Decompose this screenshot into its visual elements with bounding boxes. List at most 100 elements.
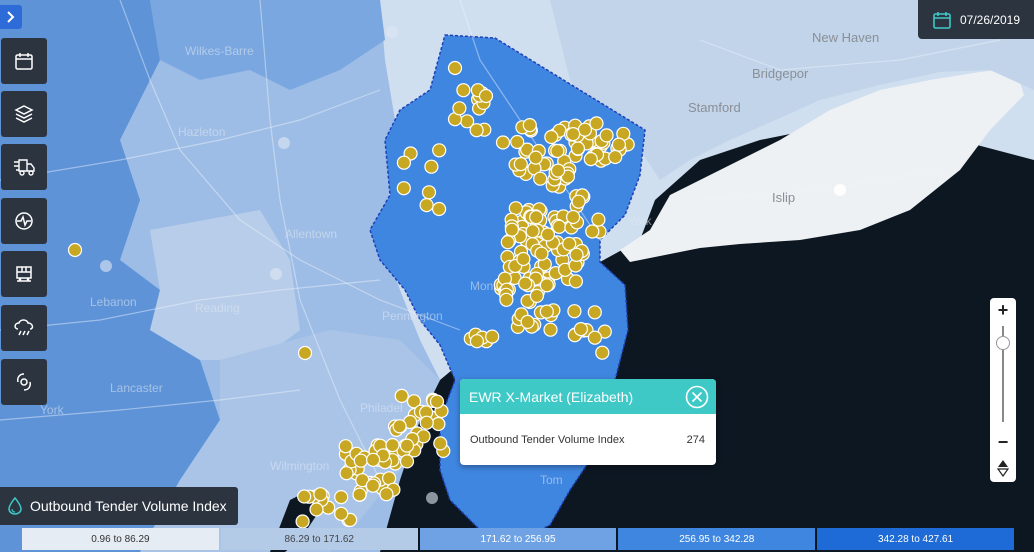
location-marker[interactable] (573, 322, 589, 337)
location-marker[interactable] (565, 209, 581, 225)
location-marker[interactable] (365, 478, 380, 493)
location-marker[interactable] (539, 278, 555, 293)
location-marker[interactable] (366, 452, 381, 467)
location-marker[interactable] (394, 388, 409, 403)
location-marker[interactable] (571, 194, 586, 209)
location-marker[interactable] (495, 135, 511, 150)
location-marker[interactable] (429, 394, 445, 409)
location-marker[interactable] (433, 436, 448, 451)
location-marker[interactable] (385, 438, 400, 453)
location-marker[interactable] (550, 163, 566, 178)
location-marker[interactable] (485, 329, 500, 344)
location-marker[interactable] (431, 416, 446, 432)
location-marker[interactable] (339, 466, 354, 481)
location-marker[interactable] (533, 171, 548, 186)
location-marker[interactable] (544, 129, 559, 145)
location-marker[interactable] (334, 490, 349, 505)
label-philadelphia: Philadel (360, 401, 403, 415)
location-marker[interactable] (552, 219, 567, 234)
location-marker[interactable] (587, 330, 603, 345)
location-marker[interactable] (334, 506, 349, 521)
location-marker[interactable] (499, 292, 514, 307)
location-marker[interactable] (518, 276, 533, 291)
location-marker[interactable] (565, 127, 581, 142)
location-marker[interactable] (432, 143, 447, 158)
location-marker[interactable] (534, 246, 549, 261)
location-marker[interactable] (520, 314, 535, 329)
sidebar-pulse-button[interactable] (1, 198, 47, 244)
location-marker[interactable] (396, 155, 411, 170)
map-canvas[interactable]: Wilkes-Barre Hazleton Allentown Reading … (0, 0, 1034, 552)
location-marker[interactable] (419, 198, 434, 213)
sidebar-layers-button[interactable] (1, 91, 47, 137)
close-icon[interactable] (685, 385, 709, 409)
location-marker[interactable] (595, 345, 610, 360)
label-stamford: Stamford (688, 100, 741, 115)
location-marker[interactable] (577, 122, 593, 137)
location-marker[interactable] (528, 150, 543, 165)
location-marker[interactable] (353, 453, 368, 468)
location-marker[interactable] (539, 304, 554, 319)
sidebar-hurricane-button[interactable] (1, 359, 47, 405)
location-marker[interactable] (419, 415, 434, 430)
location-marker[interactable] (513, 157, 528, 172)
location-marker[interactable] (424, 159, 439, 174)
sidebar-weather-button[interactable] (1, 305, 47, 351)
zoom-out-button[interactable]: − (990, 430, 1016, 454)
location-marker[interactable] (392, 419, 407, 434)
location-marker[interactable] (67, 242, 83, 258)
location-marker[interactable] (295, 514, 310, 529)
sidebar-rail-button[interactable] (1, 251, 47, 297)
sidebar-shipping-button[interactable] (1, 144, 47, 190)
location-marker[interactable] (529, 288, 545, 303)
location-marker[interactable] (396, 181, 411, 196)
sidebar-calendar-button[interactable] (1, 38, 47, 84)
location-marker[interactable] (570, 141, 586, 156)
location-marker[interactable] (469, 334, 484, 349)
location-marker[interactable] (510, 134, 525, 150)
label-allentown: Allentown (285, 227, 337, 241)
location-marker[interactable] (567, 304, 582, 319)
date-selector[interactable]: 07/26/2019 (918, 0, 1034, 39)
location-marker[interactable] (432, 201, 447, 217)
location-marker[interactable] (529, 210, 544, 225)
location-marker[interactable] (352, 487, 367, 502)
location-marker[interactable] (599, 128, 614, 143)
location-marker[interactable] (421, 185, 437, 200)
zoom-in-button[interactable]: + (990, 298, 1016, 322)
expand-sidebar-button[interactable] (0, 5, 22, 29)
location-marker[interactable] (516, 251, 531, 267)
location-marker[interactable] (608, 149, 623, 165)
location-marker[interactable] (550, 143, 565, 159)
location-marker[interactable] (562, 236, 577, 251)
location-marker[interactable] (583, 152, 598, 167)
location-marker[interactable] (522, 117, 537, 133)
legend-bin-3: 171.62 to 256.95 (419, 528, 617, 550)
location-marker[interactable] (456, 83, 471, 98)
location-marker[interactable] (525, 224, 540, 239)
location-marker[interactable] (478, 88, 494, 104)
location-marker[interactable] (543, 322, 558, 337)
location-marker[interactable] (452, 101, 467, 116)
location-marker[interactable] (500, 235, 515, 250)
location-marker[interactable] (585, 224, 600, 239)
location-marker[interactable] (469, 123, 484, 138)
location-marker[interactable] (399, 454, 415, 469)
location-marker[interactable] (591, 212, 606, 227)
location-marker[interactable] (611, 137, 627, 152)
location-marker[interactable] (568, 274, 584, 289)
location-marker[interactable] (540, 227, 556, 242)
zoom-slider-handle[interactable] (996, 336, 1010, 350)
location-marker[interactable] (297, 345, 313, 361)
location-marker[interactable] (313, 487, 328, 502)
location-marker[interactable] (589, 116, 604, 131)
location-marker[interactable] (309, 502, 324, 517)
location-marker[interactable] (379, 487, 394, 502)
location-marker[interactable] (504, 222, 519, 237)
legend-title-box[interactable]: Outbound Tender Volume Index (0, 487, 238, 525)
location-marker[interactable] (399, 438, 415, 453)
location-marker[interactable] (447, 60, 463, 76)
location-marker[interactable] (297, 489, 312, 504)
compass-button[interactable] (994, 458, 1012, 478)
location-marker[interactable] (587, 305, 602, 320)
